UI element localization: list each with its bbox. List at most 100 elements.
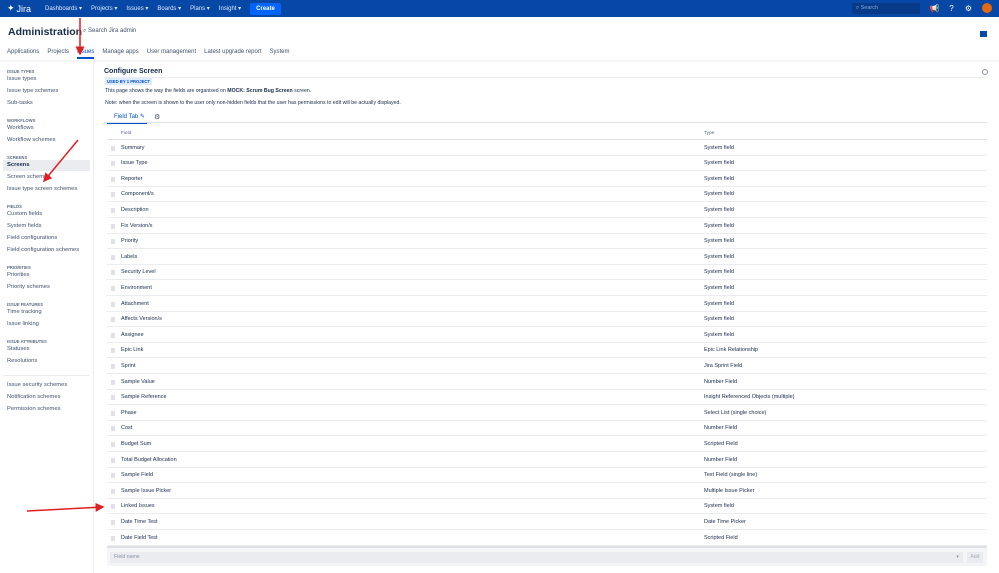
drag-handle-icon[interactable]	[111, 426, 115, 432]
table-row[interactable]: Issue Type System field	[107, 156, 987, 172]
add-tab-icon[interactable]: ⚙	[154, 113, 160, 121]
table-row[interactable]: Fix Version/s System field	[107, 219, 987, 234]
drag-handle-icon[interactable]	[111, 395, 115, 401]
tab-user-management[interactable]: User management	[147, 49, 196, 59]
table-row[interactable]: Reporter System field	[107, 172, 987, 187]
drag-handle-icon[interactable]	[111, 192, 115, 198]
admin-search[interactable]: ⌕ Search Jira admin	[83, 28, 136, 35]
sidebar-item-statuses[interactable]: Statuses	[3, 344, 90, 355]
drag-handle-icon[interactable]	[111, 348, 115, 354]
nav-item[interactable]: Dashboards ▾	[45, 5, 82, 12]
sidebar-item-system-fields[interactable]: System fields	[3, 221, 90, 232]
sidebar-item-workflows[interactable]: Workflows	[3, 123, 90, 134]
add-button[interactable]: Add	[967, 552, 983, 563]
sidebar-item-custom-fields[interactable]: Custom fields	[3, 209, 90, 220]
sidebar-item-issue-linking[interactable]: Issue linking	[3, 319, 90, 330]
table-row[interactable]: Total Budget Allocation Number Field	[107, 453, 987, 468]
tab-issues[interactable]: Issues	[77, 49, 95, 59]
sidebar-item-issue-type-screen-schemes[interactable]: Issue type screen schemes	[3, 184, 90, 195]
sidebar-item-permission-schemes[interactable]: Permission schemes	[3, 404, 90, 415]
sidebar-item-priorities[interactable]: Priorities	[3, 270, 90, 281]
table-row[interactable]: Attachment System field	[107, 297, 987, 312]
sidebar-item-issue-security-schemes[interactable]: Issue security schemes	[3, 380, 90, 391]
drag-handle-icon[interactable]	[111, 332, 115, 338]
help-icon[interactable]	[982, 69, 988, 75]
tab-latest-upgrade-report[interactable]: Latest upgrade report	[204, 49, 261, 59]
nav-item[interactable]: Projects ▾	[91, 5, 117, 12]
drag-handle-icon[interactable]	[111, 301, 115, 307]
drag-handle-icon[interactable]	[111, 379, 115, 385]
table-row[interactable]: Sample Value Number Field	[107, 375, 987, 390]
table-row[interactable]: Date Time Test Date Time Picker	[107, 515, 987, 530]
nav-item[interactable]: Issues ▾	[126, 5, 148, 12]
table-row[interactable]: Epic Link Epic Link Relationship	[107, 343, 987, 359]
drag-handle-icon[interactable]	[111, 161, 115, 167]
sidebar-item-field-configuration-schemes[interactable]: Field configuration schemes	[3, 245, 90, 256]
drag-handle-icon[interactable]	[111, 317, 115, 323]
gear-icon[interactable]: ⚙	[963, 3, 974, 14]
drag-handle-icon[interactable]	[111, 410, 115, 416]
table-row[interactable]: Sample Reference Insight Referenced Objec…	[107, 390, 987, 406]
sidebar-item-resolutions[interactable]: Resolutions	[3, 356, 90, 367]
tab-manage-apps[interactable]: Manage apps	[102, 49, 138, 59]
sidebar-item-notification-schemes[interactable]: Notification schemes	[3, 392, 90, 403]
table-row[interactable]: Labels System field	[107, 250, 987, 265]
drag-handle-icon[interactable]	[111, 239, 115, 245]
drag-handle-icon[interactable]	[111, 519, 115, 525]
nav-item[interactable]: Boards ▾	[157, 5, 181, 12]
sidebar-item-workflow-schemes[interactable]: Workflow schemes	[3, 135, 90, 146]
table-row[interactable]: Priority System field	[107, 234, 987, 250]
table-row[interactable]: Environment System field	[107, 281, 987, 296]
table-row[interactable]: Description System field	[107, 203, 987, 218]
table-row[interactable]: Date Field Test Scripted Field	[107, 531, 987, 546]
table-row[interactable]: Affects Version/s System field	[107, 312, 987, 328]
search-input[interactable]: ⌕ Search	[852, 3, 920, 14]
table-row[interactable]: Assignee System field	[107, 328, 987, 343]
table-row[interactable]: Linked Issues System field	[107, 499, 987, 515]
table-row[interactable]: Security Level System field	[107, 265, 987, 281]
nav-item[interactable]: Insight ▾	[219, 5, 241, 12]
drag-handle-icon[interactable]	[111, 207, 115, 213]
avatar[interactable]	[982, 3, 992, 13]
table-row[interactable]: Sprint Jira Sprint Field	[107, 359, 987, 374]
sidebar-item-screen-schemes[interactable]: Screen schemes	[3, 172, 90, 183]
drag-handle-icon[interactable]	[111, 504, 115, 510]
drag-handle-icon[interactable]	[111, 223, 115, 229]
field-name-select[interactable]: Field name ▾	[110, 552, 963, 563]
drag-handle-icon[interactable]	[111, 270, 115, 276]
sidebar-item-priority-schemes[interactable]: Priority schemes	[3, 282, 90, 293]
pencil-icon[interactable]: ✎	[140, 114, 145, 120]
jira-logo[interactable]: ✦ Jira	[7, 3, 44, 14]
sidebar-item-issue-types[interactable]: Issue types	[3, 74, 90, 85]
drag-handle-icon[interactable]	[111, 473, 115, 479]
megaphone-icon[interactable]: 📢	[929, 3, 940, 14]
sidebar-item-sub-tasks[interactable]: Sub-tasks	[3, 98, 90, 109]
sidebar-item-time-tracking[interactable]: Time tracking	[3, 307, 90, 318]
table-row[interactable]: Phase Select List (single choice)	[107, 406, 987, 421]
tab-projects[interactable]: Projects	[47, 49, 69, 59]
sidebar-item-screens[interactable]: Screens	[3, 160, 90, 171]
tab-system[interactable]: System	[270, 49, 290, 59]
create-button[interactable]: Create	[250, 2, 281, 15]
drag-handle-icon[interactable]	[111, 285, 115, 291]
drag-handle-icon[interactable]	[111, 535, 115, 541]
drag-handle-icon[interactable]	[111, 457, 115, 463]
table-row[interactable]: Sample Issue Picker Multiple Issue Picker	[107, 484, 987, 499]
drag-handle-icon[interactable]	[111, 145, 115, 151]
sidebar-item-field-configurations[interactable]: Field configurations	[3, 233, 90, 244]
drag-handle-icon[interactable]	[111, 363, 115, 369]
table-row[interactable]: Summary System field	[107, 141, 987, 156]
drag-handle-icon[interactable]	[111, 176, 115, 182]
table-row[interactable]: Component/s System field	[107, 187, 987, 203]
table-row[interactable]: Sample Field Text Field (single line)	[107, 468, 987, 484]
feedback-icon[interactable]	[980, 31, 987, 37]
drag-handle-icon[interactable]	[111, 254, 115, 260]
tab-applications[interactable]: Applications	[7, 49, 39, 59]
status-badge[interactable]: USED BY 1 PROJECT	[105, 78, 152, 85]
help-icon[interactable]: ?	[946, 3, 957, 14]
drag-handle-icon[interactable]	[111, 441, 115, 447]
sidebar-item-issue-type-schemes[interactable]: Issue type schemes	[3, 86, 90, 97]
nav-item[interactable]: Plans ▾	[190, 5, 210, 12]
drag-handle-icon[interactable]	[111, 488, 115, 494]
table-row[interactable]: Cost Number Field	[107, 421, 987, 437]
